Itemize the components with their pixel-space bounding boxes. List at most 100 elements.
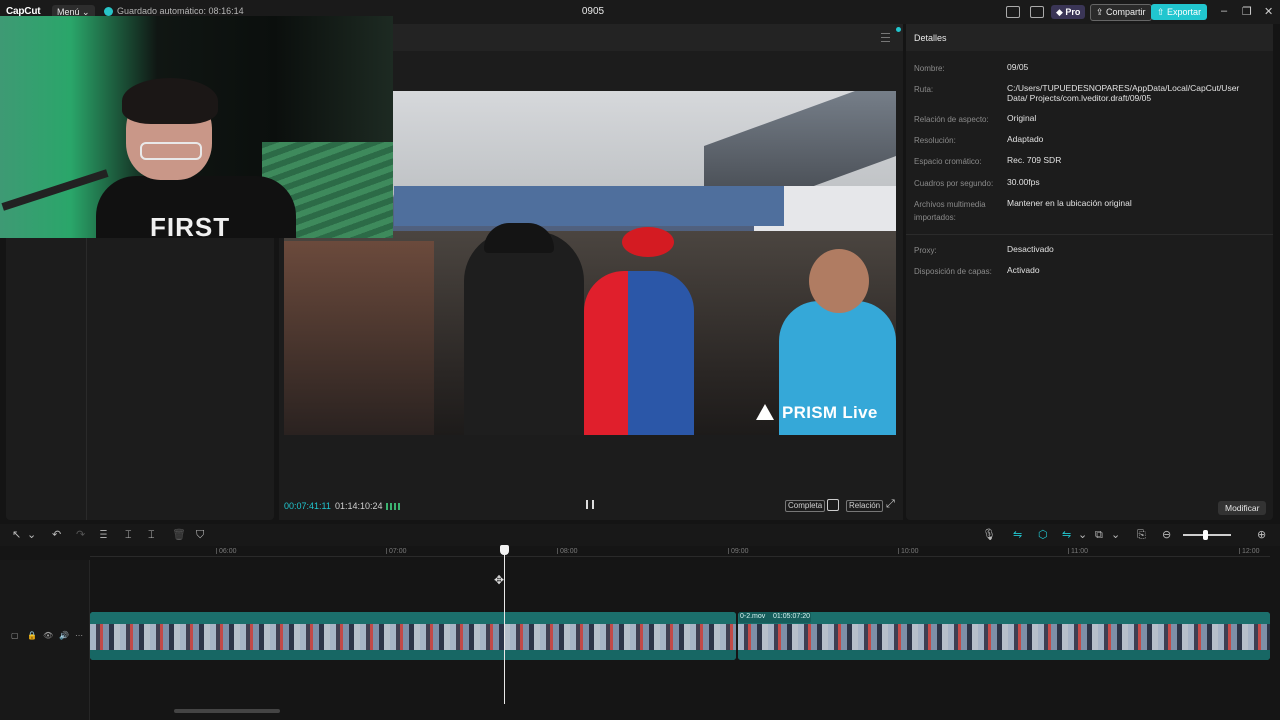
undo-icon[interactable]: ↶	[52, 529, 61, 541]
ruler-tick	[728, 548, 729, 554]
preview-link-menu-icon[interactable]: ⌄	[1078, 529, 1087, 541]
detail-value-layers: Activado	[1007, 265, 1040, 275]
clip-audio	[90, 650, 736, 660]
trim-right-icon[interactable]: ⌶	[148, 529, 155, 541]
select-menu-chevron-icon[interactable]: ⌄	[27, 529, 36, 541]
close-icon[interactable]: ✕	[1264, 5, 1273, 18]
detail-value-media: Mantener en la ubicación original	[1007, 198, 1132, 208]
ruler-label: 08:00	[560, 548, 578, 555]
modify-button[interactable]: Modificar	[1218, 501, 1267, 515]
share-label: Compartir	[1106, 7, 1146, 17]
detail-label-layers: Disposición de capas:	[914, 267, 992, 276]
total-timecode: 01:14:10:24	[335, 501, 383, 511]
share-button[interactable]: ⇪ Compartir	[1090, 4, 1152, 21]
detail-label-resolution: Resolución:	[914, 136, 956, 145]
ruler-label: 07:00	[389, 548, 407, 555]
more-icon[interactable]: ⋯	[75, 631, 83, 640]
details-header	[906, 24, 1273, 51]
video-cap	[484, 223, 554, 253]
microphone-icon[interactable]: 🎙	[982, 529, 996, 541]
clip-name: 0-2.mov	[740, 613, 766, 620]
detail-value-colorspace: Rec. 709 SDR	[1007, 155, 1062, 165]
prism-logo-icon	[756, 404, 774, 420]
aspect-ratio-button[interactable]: Relación	[846, 500, 884, 512]
playhead-handle[interactable]	[500, 545, 509, 555]
ruler-label: 09:00	[731, 548, 749, 555]
detail-label-path: Ruta:	[914, 85, 934, 94]
pro-label: Pro	[1065, 7, 1081, 17]
preview-axis-menu-icon[interactable]: ⌄	[1111, 529, 1120, 541]
clip-audio	[738, 650, 1270, 660]
shirt-text: FIRST	[150, 212, 231, 238]
delete-icon[interactable]: 🗑	[172, 529, 186, 541]
preview-axis-icon[interactable]: ⧉	[1095, 529, 1103, 541]
clip-duration: 01:05:07:20	[773, 613, 810, 620]
detail-value-proxy: Desactivado	[1007, 244, 1054, 254]
volume-icon[interactable]: 🔊	[59, 631, 69, 640]
minimize-icon[interactable]: –	[1221, 5, 1227, 17]
timeline-toolbar	[0, 524, 1280, 546]
video-clip[interactable]	[738, 612, 1270, 660]
audio-meter-icon	[386, 503, 400, 510]
ruler-label: 11:00	[1071, 548, 1088, 555]
playhead[interactable]	[504, 548, 505, 704]
ruler-tick	[216, 548, 217, 554]
export-button[interactable]: ⇧ Exportar	[1151, 4, 1208, 20]
ruler-tick	[1068, 548, 1069, 554]
video-building	[394, 186, 784, 226]
details-separator	[906, 234, 1273, 235]
details-title: Detalles	[914, 33, 947, 43]
ruler-label: 10:00	[901, 548, 919, 555]
caption-icon[interactable]: ⎘	[1137, 529, 1146, 541]
pause-button[interactable]	[586, 500, 594, 509]
redo-icon[interactable]: ↷	[76, 529, 85, 541]
video-person-costume	[584, 271, 694, 435]
detail-label-name: Nombre:	[914, 64, 945, 73]
select-tool-icon[interactable]: ↖	[12, 529, 21, 541]
webcam-glasses	[140, 142, 202, 160]
video-red-hat	[622, 227, 674, 257]
linkage-icon[interactable]: ⬡	[1038, 529, 1048, 541]
ruler-label: 06:00	[219, 548, 237, 555]
video-clip[interactable]	[90, 612, 736, 660]
detail-label-proxy: Proxy:	[914, 246, 937, 255]
clip-header	[90, 612, 736, 624]
panel-divider	[86, 234, 87, 520]
zoom-in-icon[interactable]: ⊕	[1257, 529, 1266, 541]
auto-snap-icon[interactable]: ⇋	[1013, 529, 1022, 541]
track-cover-icon[interactable]: ▢	[11, 631, 19, 640]
clip-thumbnails	[90, 624, 736, 650]
timeline-scrollbar[interactable]	[174, 709, 280, 713]
zoom-out-icon[interactable]: ⊖	[1162, 529, 1171, 541]
lock-icon[interactable]: 🔒	[27, 631, 37, 640]
zoom-slider-handle[interactable]	[1203, 530, 1208, 540]
layout-icon[interactable]	[1006, 6, 1020, 18]
trim-left-icon[interactable]: ⌶	[125, 529, 132, 541]
ruler-tick	[386, 548, 387, 554]
status-dot	[896, 27, 901, 32]
maximize-icon[interactable]: ❐	[1242, 5, 1252, 18]
detail-value-fps: 30.00fps	[1007, 177, 1040, 187]
eye-icon[interactable]: 👁	[43, 631, 53, 640]
ruler-tick	[557, 548, 558, 554]
webcam-hair	[122, 78, 218, 124]
full-quality-button[interactable]: Completa	[785, 500, 826, 512]
ruler-tick	[898, 548, 899, 554]
player-menu-icon[interactable]	[881, 33, 890, 42]
ruler-baseline	[90, 556, 1270, 557]
snapshot-icon[interactable]	[827, 499, 839, 511]
player-header	[393, 24, 903, 51]
ruler-label: 12:00	[1242, 548, 1260, 555]
keyboard-icon[interactable]	[1030, 6, 1044, 18]
preview-link-icon[interactable]: ⇋	[1062, 529, 1071, 541]
pro-button[interactable]: ◆ Pro	[1051, 5, 1086, 19]
detail-label-media: Archivos multimedia importados:	[914, 200, 986, 222]
clip-header	[738, 612, 1270, 624]
fullscreen-icon[interactable]: ⤢	[886, 498, 895, 511]
detail-label-fps: Cuadros por segundo:	[914, 179, 994, 188]
shield-icon[interactable]: ⛉	[196, 529, 204, 541]
split-icon[interactable]: Ⲷ	[100, 529, 107, 541]
video-person-left	[284, 241, 434, 435]
detail-value-resolution: Adaptado	[1007, 134, 1044, 144]
video-head-right	[809, 249, 869, 313]
